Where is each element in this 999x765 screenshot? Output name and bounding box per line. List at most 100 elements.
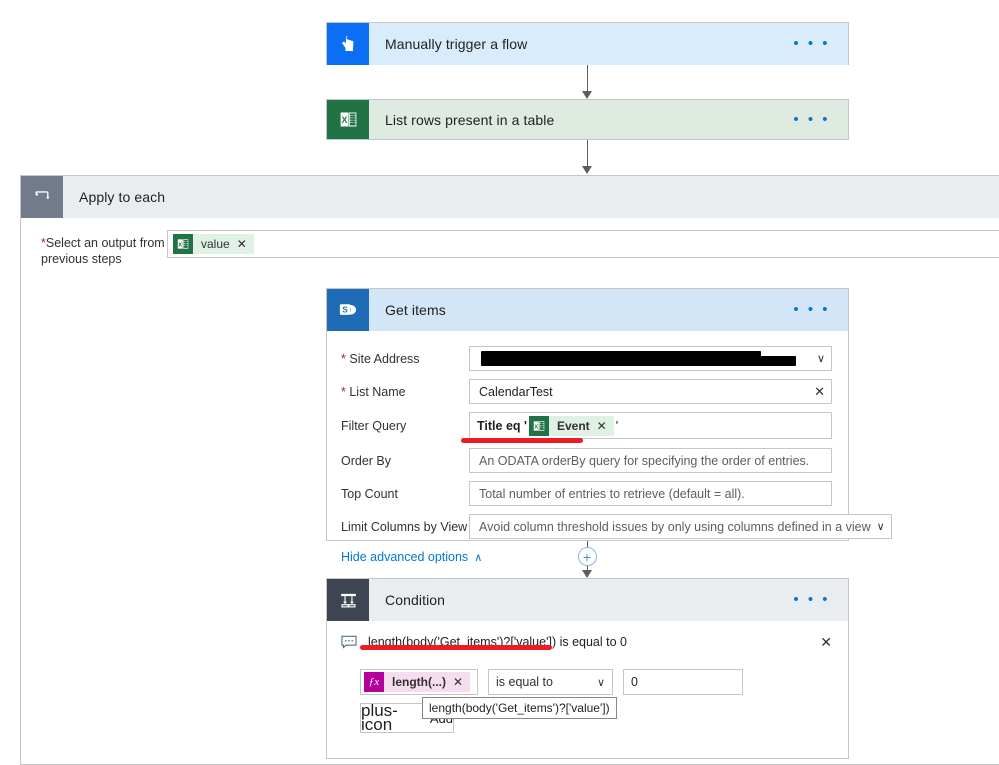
- token-length-expression[interactable]: ƒx length(...) ✕: [364, 672, 471, 692]
- card-title: Condition: [385, 592, 446, 608]
- field-label-text: Site Address: [349, 351, 420, 366]
- condition-branch-icon: [327, 579, 369, 621]
- token-remove-icon[interactable]: ✕: [237, 237, 247, 251]
- action-card-list-rows[interactable]: X List rows present in a table • • •: [326, 99, 849, 140]
- field-label-order-by: Order By: [341, 453, 392, 468]
- svg-text:S: S: [342, 305, 348, 314]
- card-header[interactable]: X List rows present in a table • • •: [327, 100, 848, 139]
- condition-operator-value: is equal to: [496, 675, 553, 689]
- condition-add-row: plus-icon Add length(body('Get_items')?[…: [327, 695, 848, 747]
- limit-columns-dropdown[interactable]: Avoid column threshold issues by only us…: [469, 514, 892, 539]
- required-asterisk: *: [341, 351, 346, 366]
- scope-header[interactable]: Apply to each: [21, 176, 999, 218]
- action-card-get-items[interactable]: S Get items • • • * Site Address ∨ * Lis…: [326, 288, 892, 564]
- field-label-limit-columns: Limit Columns by View: [341, 519, 468, 534]
- chevron-down-icon[interactable]: ∨: [871, 520, 885, 533]
- card-title: Get items: [385, 302, 446, 318]
- highlight-underline-condition: [360, 645, 552, 650]
- highlight-underline-filter-query: [461, 438, 583, 443]
- card-header[interactable]: Condition • • •: [327, 579, 848, 621]
- scope-body: *Select an output from previous steps X …: [21, 218, 999, 281]
- card-menu-button[interactable]: • • •: [793, 302, 848, 317]
- chevron-down-icon[interactable]: ∨: [591, 676, 605, 689]
- excel-icon: X: [528, 415, 549, 436]
- condition-value-input[interactable]: 0: [623, 669, 743, 695]
- expression-tooltip: length(body('Get_items')?['value']): [422, 697, 617, 719]
- scope-title: Apply to each: [79, 189, 166, 205]
- filter-query-input[interactable]: Title eq ' X Event ✕ ': [469, 412, 832, 439]
- fx-icon: ƒx: [364, 672, 384, 692]
- top-count-input[interactable]: Total number of entries to retrieve (def…: [469, 481, 832, 506]
- manual-trigger-hand-icon: [327, 23, 369, 65]
- card-menu-button[interactable]: • • •: [793, 112, 848, 127]
- close-icon[interactable]: ✕: [820, 635, 832, 649]
- select-output-label: *Select an output from previous steps: [41, 230, 167, 267]
- redacted-site-address-value: [479, 347, 811, 370]
- field-row-site-address: * Site Address ∨: [327, 344, 848, 373]
- token-label-wrap: value ✕: [193, 237, 254, 251]
- required-asterisk: *: [341, 384, 346, 399]
- condition-controls: ƒx length(...) ✕ is equal to ∨ 0: [327, 653, 848, 695]
- token-label-wrap: Event ✕: [549, 419, 614, 433]
- token-label: value: [201, 237, 230, 251]
- condition-value-text: 0: [631, 675, 638, 689]
- filter-query-suffix: ': [615, 418, 619, 433]
- token-remove-icon[interactable]: ✕: [453, 675, 463, 689]
- select-output-row: *Select an output from previous steps X …: [21, 218, 999, 281]
- card-menu-button[interactable]: • • •: [793, 36, 848, 51]
- filter-query-prefix: Title eq ': [477, 418, 527, 433]
- field-label-filter-query: Filter Query: [341, 418, 407, 433]
- condition-operand-input[interactable]: ƒx length(...) ✕: [360, 669, 478, 695]
- card-header[interactable]: Manually trigger a flow • • •: [327, 23, 848, 65]
- svg-text:X: X: [341, 115, 347, 125]
- svg-text:X: X: [534, 424, 538, 430]
- comment-icon: [341, 635, 357, 653]
- condition-summary-row: length(body('Get_items')?['value']) is e…: [327, 621, 848, 653]
- token-label: Event: [556, 418, 590, 433]
- field-label-list-name: * List Name: [341, 385, 469, 399]
- card-title: List rows present in a table: [385, 111, 555, 128]
- field-label-text: List Name: [349, 384, 406, 399]
- field-label-site-address: * Site Address: [341, 352, 469, 366]
- hide-advanced-options-label: Hide advanced options: [341, 550, 469, 564]
- chevron-down-icon[interactable]: ∨: [811, 352, 825, 365]
- flow-designer-canvas: Manually trigger a flow • • • X List row…: [0, 0, 999, 765]
- card-menu-button[interactable]: • • •: [793, 592, 848, 607]
- condition-body: length(body('Get_items')?['value']) is e…: [327, 621, 848, 747]
- svg-text:X: X: [178, 242, 182, 248]
- list-name-input[interactable]: CalendarTest ✕: [469, 379, 832, 404]
- select-output-label-text: Select an output from previous steps: [41, 236, 165, 266]
- field-row-order-by: Order By An ODATA orderBy query for spec…: [327, 446, 848, 475]
- top-count-placeholder: Total number of entries to retrieve (def…: [479, 486, 745, 501]
- field-row-list-name: * List Name CalendarTest ✕: [327, 377, 848, 406]
- fx-icon-label: ƒx: [368, 676, 380, 688]
- loop-icon: [21, 176, 63, 218]
- field-row-top-count: Top Count Total number of entries to ret…: [327, 479, 848, 508]
- condition-operator-dropdown[interactable]: is equal to ∨: [488, 669, 613, 695]
- order-by-input[interactable]: An ODATA orderBy query for specifying th…: [469, 448, 832, 473]
- token-label: length(...): [392, 675, 446, 689]
- token-remove-icon[interactable]: ✕: [597, 419, 607, 433]
- clear-icon[interactable]: ✕: [808, 384, 825, 400]
- field-label-top-count: Top Count: [341, 486, 398, 501]
- order-by-placeholder: An ODATA orderBy query for specifying th…: [479, 453, 810, 468]
- action-card-manual-trigger[interactable]: Manually trigger a flow • • •: [326, 22, 849, 65]
- insert-step-button[interactable]: +: [577, 547, 597, 566]
- site-address-dropdown[interactable]: ∨: [469, 346, 832, 371]
- token-value[interactable]: X value ✕: [173, 234, 254, 254]
- list-name-value: CalendarTest: [479, 384, 553, 399]
- chevron-up-icon: ∧: [474, 551, 483, 564]
- token-label-wrap: length(...) ✕: [384, 675, 470, 689]
- redaction-bar-bottom: [481, 356, 796, 366]
- limit-columns-placeholder: Avoid column threshold issues by only us…: [479, 519, 871, 534]
- plus-icon: plus-icon: [361, 701, 398, 734]
- token-event[interactable]: X Event ✕: [528, 415, 614, 436]
- card-header[interactable]: S Get items • • •: [327, 289, 848, 331]
- excel-icon: X: [173, 234, 193, 254]
- select-output-input[interactable]: X value ✕: [167, 230, 999, 258]
- card-title: Manually trigger a flow: [385, 36, 528, 52]
- field-row-filter-query: Filter Query Title eq ' X Event ✕ ': [327, 410, 848, 443]
- action-card-condition[interactable]: Condition • • • length(body('Get_items')…: [326, 578, 849, 759]
- field-row-limit-columns: Limit Columns by View Avoid column thres…: [327, 512, 892, 541]
- excel-icon: X: [327, 100, 369, 139]
